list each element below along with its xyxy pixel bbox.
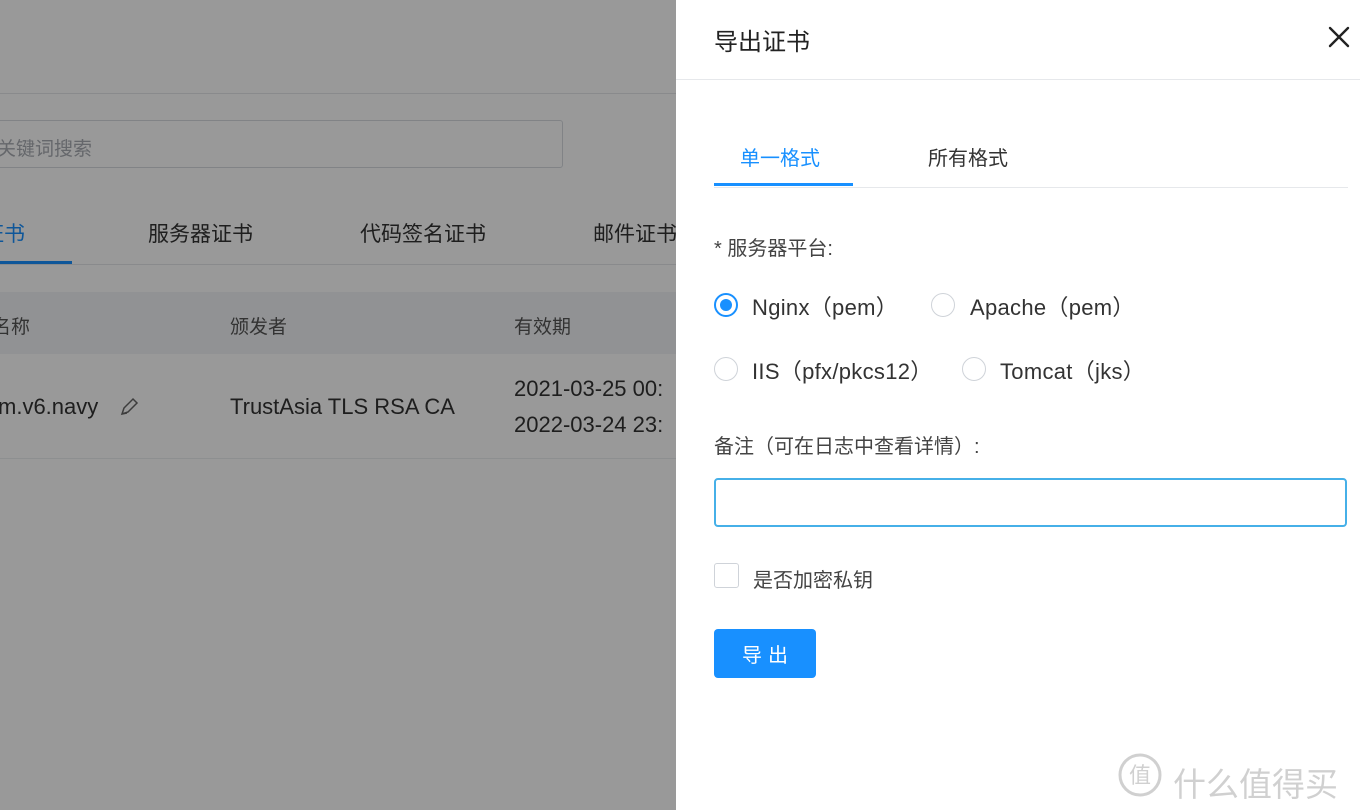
radio-iis[interactable]: IIS（pfx/pkcs12） (714, 354, 944, 384)
modal-overlay[interactable] (0, 0, 676, 810)
radio-circle (962, 357, 986, 381)
radio-label: Nginx（pem） (752, 295, 899, 320)
smzdm-logo-icon: 值 (1118, 753, 1162, 797)
svg-text:值: 值 (1129, 764, 1151, 789)
note-label: 备注（可在日志中查看详情）: (714, 436, 980, 458)
export-certificate-drawer: 导出证书 单一格式 所有格式 * 服务器平台: Nginx（pem） Apach… (676, 0, 1360, 810)
encrypt-private-key-label[interactable]: 是否加密私钥 (753, 564, 873, 593)
radio-apache[interactable]: Apache（pem） (931, 290, 1141, 320)
tab-all-formats[interactable]: 所有格式 (928, 142, 1008, 171)
format-tabs: 单一格式 所有格式 (714, 126, 1348, 188)
export-button[interactable]: 导出 (714, 629, 816, 678)
radio-nginx[interactable]: Nginx（pem） (714, 290, 904, 320)
radio-label: Apache（pem） (970, 295, 1135, 320)
watermark-text: 什么值得买 (1173, 766, 1338, 803)
note-input[interactable] (714, 478, 1347, 527)
radio-circle (931, 293, 955, 317)
radio-label: IIS（pfx/pkcs12） (752, 359, 933, 384)
drawer-header: 导出证书 (676, 0, 1360, 80)
tab-single-format[interactable]: 单一格式 (740, 142, 820, 171)
radio-label: Tomcat（jks） (1000, 359, 1146, 384)
drawer-title: 导出证书 (714, 29, 810, 56)
watermark: 值 什么值得买 (1117, 752, 1357, 803)
radio-tomcat[interactable]: Tomcat（jks） (962, 354, 1162, 384)
radio-circle (714, 357, 738, 381)
radio-circle (714, 293, 738, 317)
server-platform-label: * 服务器平台: (714, 238, 833, 260)
tab-active-indicator (714, 183, 853, 186)
encrypt-private-key-checkbox[interactable] (714, 563, 739, 588)
close-icon[interactable] (1326, 24, 1352, 50)
